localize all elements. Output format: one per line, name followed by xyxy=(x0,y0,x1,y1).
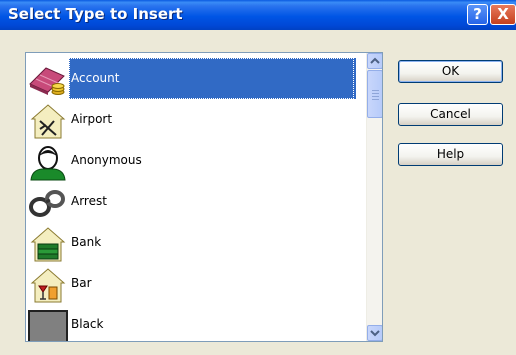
list-item-label: Anonymous xyxy=(71,153,142,167)
close-button[interactable]: X xyxy=(490,4,516,25)
type-list[interactable]: Account Airport Anonymous Arrest Bank Ba… xyxy=(25,52,383,342)
dialog-title: Select Type to Insert xyxy=(8,5,183,23)
list-item-label: Bar xyxy=(71,276,92,290)
handcuffs-icon xyxy=(29,190,65,217)
list-item-label: Bank xyxy=(71,235,102,249)
chevron-up-icon xyxy=(370,57,380,64)
grip-line xyxy=(372,96,379,97)
black-icon xyxy=(28,310,68,341)
list-item-label: Airport xyxy=(71,112,113,126)
list-item-black[interactable]: Black xyxy=(26,304,366,341)
focus-rectangle xyxy=(69,58,354,99)
ok-button[interactable]: OK xyxy=(398,60,503,83)
grip-line xyxy=(372,99,379,100)
scroll-down-button[interactable] xyxy=(367,325,382,341)
list-item-airport[interactable]: Airport xyxy=(26,99,366,140)
grip-line xyxy=(372,90,379,91)
help-button[interactable]: Help xyxy=(398,143,503,166)
list-item-account[interactable]: Account xyxy=(26,58,366,99)
title-help-button[interactable]: ? xyxy=(467,4,488,25)
list-item-label: Black xyxy=(71,317,104,331)
scroll-thumb[interactable] xyxy=(367,70,382,118)
account-icon xyxy=(29,67,65,95)
list-item-bank[interactable]: Bank xyxy=(26,222,366,263)
vertical-scrollbar[interactable] xyxy=(366,53,382,341)
list-item-label: Arrest xyxy=(71,194,107,208)
anonymous-icon xyxy=(30,146,66,181)
chevron-down-icon xyxy=(370,330,380,337)
airport-icon xyxy=(30,104,66,139)
list-item-anonymous[interactable]: Anonymous xyxy=(26,140,366,181)
list-item-bar[interactable]: Bar xyxy=(26,263,366,304)
bank-icon xyxy=(30,227,66,262)
bar-icon xyxy=(30,268,66,303)
scroll-up-button[interactable] xyxy=(367,53,382,69)
select-type-dialog: Select Type to Insert ? X Account Airpor… xyxy=(0,0,516,355)
list-item-arrest[interactable]: Arrest xyxy=(26,181,366,222)
cancel-button[interactable]: Cancel xyxy=(398,103,503,126)
title-bar[interactable]: Select Type to Insert ? X xyxy=(0,0,516,30)
grip-line xyxy=(372,93,379,94)
